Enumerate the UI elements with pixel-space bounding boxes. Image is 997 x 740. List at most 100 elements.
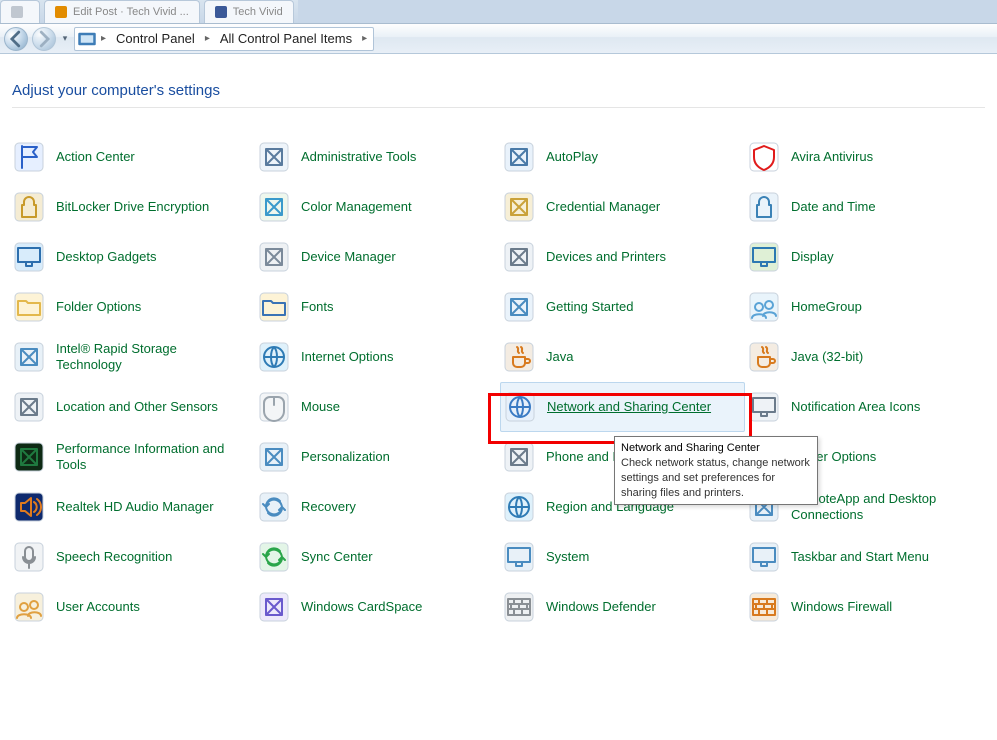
nav-history-dropdown[interactable]: ▾	[60, 29, 70, 49]
shield-icon	[748, 141, 780, 173]
cp-item-label: Devices and Printers	[546, 249, 666, 265]
recovery-icon	[257, 490, 291, 524]
cp-item-speech[interactable]: Speech Recognition	[10, 532, 255, 582]
lock-icon	[12, 190, 46, 224]
theme-icon	[258, 441, 290, 473]
control-panel-grid: Action CenterAdministrative Tools AutoPla…	[10, 132, 991, 632]
lock-icon	[13, 191, 45, 223]
cp-item-java32[interactable]: Java (32-bit)	[745, 332, 990, 382]
cp-item-label: AutoPlay	[546, 149, 598, 165]
folder-icon	[12, 290, 46, 324]
chip-icon	[12, 340, 46, 374]
tools-icon	[257, 140, 291, 174]
browser-tab[interactable]: Edit Post · Tech Vivid ...	[44, 0, 200, 23]
cp-item-taskbar[interactable]: Taskbar and Start Menu	[745, 532, 990, 582]
wall-icon	[502, 590, 536, 624]
cp-item-mouse[interactable]: Mouse	[255, 382, 500, 432]
cp-item-network-sharing[interactable]: Network and Sharing Center	[500, 382, 745, 432]
mic-icon	[13, 541, 45, 573]
back-button[interactable]	[4, 27, 28, 51]
sync-icon	[258, 541, 290, 573]
cp-item-label: Getting Started	[546, 299, 633, 315]
tools-icon	[258, 141, 290, 173]
shield-icon	[747, 140, 781, 174]
cp-item-devices-printers[interactable]: Devices and Printers	[500, 232, 745, 282]
cp-item-label: Credential Manager	[546, 199, 660, 215]
cp-item-defender[interactable]: Windows Defender	[500, 582, 745, 632]
chevron-right-icon[interactable]: ▸	[358, 33, 371, 44]
device-icon	[258, 241, 290, 273]
cp-item-date-time[interactable]: Date and Time	[745, 182, 990, 232]
cp-item-avira[interactable]: Avira Antivirus	[745, 132, 990, 182]
cp-item-folder-opts[interactable]: Folder Options	[10, 282, 255, 332]
cp-item-color-mgmt[interactable]: Color Management	[255, 182, 500, 232]
cp-item-realtek[interactable]: Realtek HD Audio Manager	[10, 482, 255, 532]
autoplay-icon	[503, 141, 535, 173]
forward-button[interactable]	[32, 27, 56, 51]
users-icon	[12, 590, 46, 624]
theme-icon	[257, 440, 291, 474]
cp-item-device-mgr[interactable]: Device Manager	[255, 232, 500, 282]
cp-item-label: Notification Area Icons	[791, 399, 920, 415]
cp-item-label: Location and Other Sensors	[56, 399, 218, 415]
chevron-right-icon[interactable]: ▸	[201, 33, 214, 44]
cp-item-getting-started[interactable]: Getting Started	[500, 282, 745, 332]
cp-item-sync-center[interactable]: Sync Center	[255, 532, 500, 582]
cp-item-display[interactable]: Display	[745, 232, 990, 282]
cp-item-system[interactable]: System	[500, 532, 745, 582]
cp-item-homegroup[interactable]: HomeGroup	[745, 282, 990, 332]
font-icon	[258, 291, 290, 323]
cp-item-user-accounts[interactable]: User Accounts	[10, 582, 255, 632]
cp-item-label: Windows Defender	[546, 599, 656, 615]
cp-item-autoplay[interactable]: AutoPlay	[500, 132, 745, 182]
taskbar-icon	[748, 541, 780, 573]
mouse-icon	[258, 391, 290, 423]
safe-icon	[503, 191, 535, 223]
mouse-icon	[257, 390, 291, 424]
cp-item-label: Windows CardSpace	[301, 599, 422, 615]
sync-icon	[257, 540, 291, 574]
browser-tab[interactable]: Tech Vivid	[204, 0, 294, 23]
cp-item-label: Intel® Rapid Storage Technology	[56, 341, 241, 374]
cp-item-firewall[interactable]: Windows Firewall	[745, 582, 990, 632]
cp-item-intel-rst[interactable]: Intel® Rapid Storage Technology	[10, 332, 255, 382]
cp-item-internet-opts[interactable]: Internet Options	[255, 332, 500, 382]
tray-icon	[747, 390, 781, 424]
cp-item-java[interactable]: Java	[500, 332, 745, 382]
monitor-icon	[12, 240, 46, 274]
cp-item-fonts[interactable]: Fonts	[255, 282, 500, 332]
cp-item-personalize[interactable]: Personalization	[255, 432, 500, 482]
flag-icon	[13, 141, 45, 173]
cp-item-cardspace[interactable]: Windows CardSpace	[255, 582, 500, 632]
start-icon	[502, 290, 536, 324]
cp-item-notif-icons[interactable]: Notification Area Icons	[745, 382, 990, 432]
cp-item-label: Performance Information and Tools	[56, 441, 241, 474]
cp-item-label: Avira Antivirus	[791, 149, 873, 165]
chevron-right-icon[interactable]: ▸	[97, 33, 110, 44]
cp-item-admin-tools[interactable]: Administrative Tools	[255, 132, 500, 182]
mic-icon	[12, 540, 46, 574]
java-icon	[747, 340, 781, 374]
users-icon	[13, 591, 45, 623]
browser-tab[interactable]	[0, 0, 40, 23]
cp-item-recovery[interactable]: Recovery	[255, 482, 500, 532]
phone-icon	[502, 440, 536, 474]
cp-item-cred-mgr[interactable]: Credential Manager	[500, 182, 745, 232]
cp-item-label: Folder Options	[56, 299, 141, 315]
cp-item-location[interactable]: Location and Other Sensors	[10, 382, 255, 432]
cp-item-gadgets[interactable]: Desktop Gadgets	[10, 232, 255, 282]
color-icon	[258, 191, 290, 223]
breadcrumb-segment[interactable]: Control Panel	[110, 28, 201, 50]
system-icon	[502, 540, 536, 574]
clock-icon	[747, 190, 781, 224]
java-icon	[748, 341, 780, 373]
speaker-icon	[12, 490, 46, 524]
printer-icon	[503, 241, 535, 273]
breadcrumb-segment[interactable]: All Control Panel Items	[214, 28, 358, 50]
cp-item-bitlocker[interactable]: BitLocker Drive Encryption	[10, 182, 255, 232]
autoplay-icon	[502, 140, 536, 174]
cp-item-action-center[interactable]: Action Center	[10, 132, 255, 182]
address-breadcrumb[interactable]: ▸ Control Panel ▸ All Control Panel Item…	[74, 27, 374, 51]
font-icon	[257, 290, 291, 324]
cp-item-perf-info[interactable]: Performance Information and Tools	[10, 432, 255, 482]
